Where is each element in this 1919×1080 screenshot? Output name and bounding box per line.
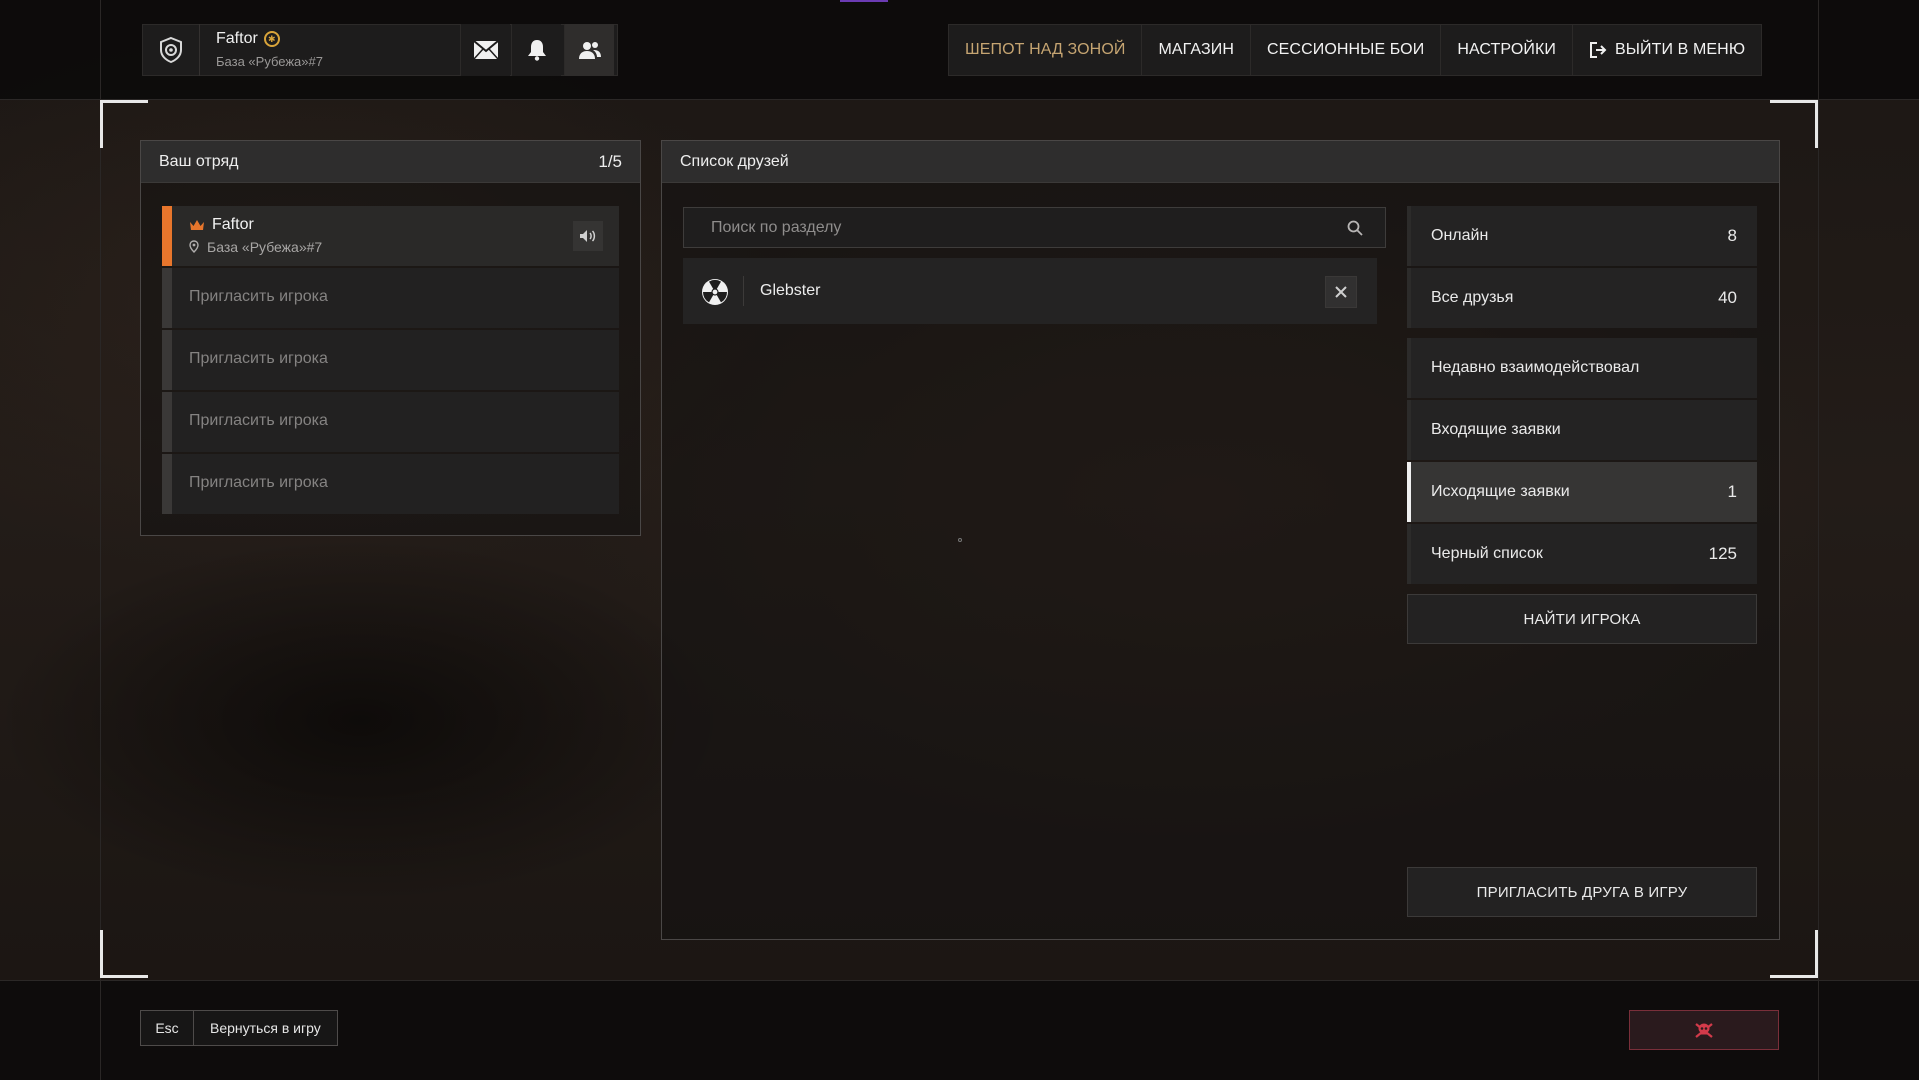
category-label: Исходящие заявки xyxy=(1431,483,1570,500)
squad-leader-location: База «Рубежа»#7 xyxy=(207,239,323,255)
skull-crossbones-icon xyxy=(1695,1023,1713,1038)
category-online[interactable]: Онлайн 8 xyxy=(1407,206,1757,266)
squad-leader-name: Faftor xyxy=(212,216,254,233)
nav-exit-label: ВЫЙТИ В МЕНЮ xyxy=(1615,41,1746,58)
category-label: Входящие заявки xyxy=(1431,421,1561,438)
bell-icon xyxy=(527,40,546,61)
frame-corner-bottom-left xyxy=(100,930,148,978)
nav-whisper-zone[interactable]: ШЕПОТ НАД ЗОНОЙ xyxy=(949,25,1143,75)
invite-friend-button[interactable]: ПРИГЛАСИТЬ ДРУГА В ИГРУ xyxy=(1407,867,1757,917)
invite-player-label: Пригласить игрока xyxy=(189,474,328,491)
mail-button[interactable] xyxy=(460,24,510,76)
friends-button[interactable] xyxy=(564,24,614,76)
radiation-avatar-icon xyxy=(702,279,728,305)
category-count: 40 xyxy=(1718,288,1737,307)
find-player-button[interactable]: НАЙТИ ИГРОКА xyxy=(1407,594,1757,644)
back-to-game-label: Вернуться в игру xyxy=(210,1020,321,1036)
category-label: Черный список xyxy=(1431,545,1543,562)
squad-panel-header: Ваш отряд 1/5 xyxy=(141,141,640,183)
category-count: 1 xyxy=(1727,482,1737,501)
invite-player-slot[interactable]: Пригласить игрока xyxy=(162,330,619,390)
slot-bar xyxy=(162,330,172,390)
category-count: 125 xyxy=(1708,544,1737,563)
rank-badge-icon: ✱ xyxy=(263,31,280,47)
exit-icon xyxy=(1590,42,1607,58)
back-to-game-button[interactable]: Esc Вернуться в игру xyxy=(140,1010,338,1046)
leader-accent-bar xyxy=(162,206,172,266)
top-nav: ШЕПОТ НАД ЗОНОЙ МАГАЗИН СЕССИОННЫЕ БОИ Н… xyxy=(948,24,1763,76)
nav-session-battles[interactable]: СЕССИОННЫЕ БОИ xyxy=(1251,25,1442,75)
category-blacklist[interactable]: Черный список 125 xyxy=(1407,524,1757,584)
invite-player-slot[interactable]: Пригласить игрока xyxy=(162,268,619,328)
category-count: 8 xyxy=(1727,226,1737,245)
slot-bar xyxy=(162,268,172,328)
invite-player-label: Пригласить игрока xyxy=(189,350,328,367)
invite-player-label: Пригласить игрока xyxy=(189,288,328,305)
avatar-divider xyxy=(743,276,744,306)
category-outgoing-requests[interactable]: Исходящие заявки 1 xyxy=(1407,462,1757,522)
category-label: Онлайн xyxy=(1431,227,1489,244)
invite-player-slot[interactable]: Пригласить игрока xyxy=(162,392,619,452)
squad-count: 1/5 xyxy=(598,151,622,171)
report-button[interactable] xyxy=(1629,1010,1779,1050)
nav-shop[interactable]: МАГАЗИН xyxy=(1142,25,1251,75)
location-pin-icon xyxy=(189,240,199,253)
slot-bar xyxy=(162,454,172,514)
friend-name: Glebster xyxy=(760,282,821,299)
squad-member-row[interactable]: Faftor База «Рубежа»#7 xyxy=(162,206,619,266)
profile-location: База «Рубежа»#7 xyxy=(216,54,323,69)
voice-toggle-button[interactable] xyxy=(573,221,603,251)
category-label: Все друзья xyxy=(1431,289,1514,306)
friends-search-input[interactable]: Поиск по разделу xyxy=(683,207,1386,248)
friend-list-item[interactable]: Glebster xyxy=(683,258,1377,324)
mail-icon xyxy=(472,40,499,60)
category-recent[interactable]: Недавно взаимодействовал xyxy=(1407,338,1757,398)
profile-name: Faftor xyxy=(216,30,258,47)
faction-emblem-icon xyxy=(142,24,200,76)
notifications-button[interactable] xyxy=(511,24,561,76)
friends-panel-header: Список друзей xyxy=(662,141,1779,183)
search-icon[interactable] xyxy=(1347,220,1363,236)
loading-dot xyxy=(958,538,962,542)
esc-key-hint: Esc xyxy=(141,1011,194,1045)
top-accent-line xyxy=(840,0,888,2)
invite-player-label: Пригласить игрока xyxy=(189,412,328,429)
crown-icon xyxy=(190,220,204,230)
friends-icon xyxy=(578,42,601,59)
nav-settings[interactable]: НАСТРОЙКИ xyxy=(1441,25,1573,75)
frame-line-left xyxy=(100,0,101,1080)
close-icon xyxy=(1335,286,1347,298)
search-placeholder: Поиск по разделу xyxy=(711,219,842,236)
nav-exit-to-menu[interactable]: ВЫЙТИ В МЕНЮ xyxy=(1573,25,1761,75)
frame-line-right xyxy=(1818,0,1819,1080)
invite-player-slot[interactable]: Пригласить игрока xyxy=(162,454,619,514)
category-all-friends[interactable]: Все друзья 40 xyxy=(1407,268,1757,328)
speaker-icon xyxy=(580,230,596,242)
profile-name-row: Faftor ✱ xyxy=(216,30,280,48)
friends-title: Список друзей xyxy=(680,152,789,170)
remove-friend-button[interactable] xyxy=(1325,276,1357,308)
slot-bar xyxy=(162,392,172,452)
category-label: Недавно взаимодействовал xyxy=(1431,359,1640,376)
category-incoming-requests[interactable]: Входящие заявки xyxy=(1407,400,1757,460)
squad-title: Ваш отряд xyxy=(159,152,239,170)
